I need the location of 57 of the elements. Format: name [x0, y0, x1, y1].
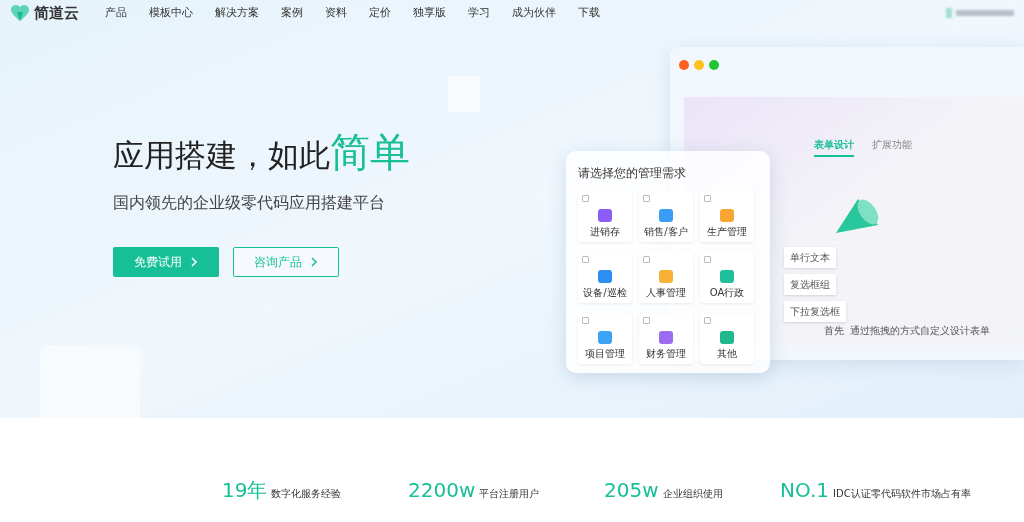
logo-icon[interactable] — [10, 4, 30, 22]
checkbox[interactable] — [704, 256, 711, 264]
stat-label: IDC认证零代码软件市场占有率 — [833, 489, 971, 500]
checkbox[interactable] — [582, 195, 589, 203]
need-option[interactable]: 项目管理 — [578, 313, 632, 365]
need-option[interactable]: 销售/客户 — [639, 191, 693, 243]
panel-title: 请选择您的管理需求 — [578, 165, 687, 182]
nav-link[interactable]: 独享版 — [413, 4, 446, 22]
option-label: 设备/巡检 — [583, 287, 627, 299]
option-label: 其他 — [717, 348, 737, 360]
nav-link[interactable]: 下载 — [578, 4, 600, 22]
checkbox[interactable] — [704, 195, 711, 203]
form-field-item: 下拉复选框 — [784, 301, 846, 322]
need-option[interactable]: 进销存 — [578, 191, 632, 243]
checkbox[interactable] — [582, 256, 589, 264]
need-option[interactable]: 设备/巡检 — [578, 252, 632, 304]
need-option[interactable]: OA行政 — [700, 252, 754, 304]
stat-value: 2200w — [408, 480, 476, 500]
form-field-item: 单行文本 — [784, 247, 836, 268]
designer-caption: 首先 通过拖拽的方式自定义设计表单 — [824, 324, 991, 338]
chevron-right-icon — [190, 257, 198, 267]
stat-label: 平台注册用户 — [479, 489, 540, 500]
blurred-account-placeholder — [946, 8, 1014, 18]
checkbox[interactable] — [704, 317, 711, 325]
option-label: 财务管理 — [646, 348, 686, 360]
form-field-item: 复选框组 — [784, 274, 836, 295]
nav-link[interactable]: 学习 — [468, 4, 490, 22]
option-label: 人事管理 — [646, 287, 686, 299]
nav-link[interactable]: 模板中心 — [149, 4, 193, 22]
need-option[interactable]: 人事管理 — [639, 252, 693, 304]
nav-link[interactable]: 资料 — [325, 4, 347, 22]
stat-value: 205w — [604, 480, 659, 500]
nav-link[interactable]: 案例 — [281, 4, 303, 22]
hero-subtitle: 国内领先的企业级零代码应用搭建平台 — [113, 192, 386, 214]
option-label: OA行政 — [709, 287, 745, 299]
nav-link[interactable]: 定价 — [369, 4, 391, 22]
checkbox[interactable] — [643, 195, 650, 203]
stat-label: 企业组织使用 — [662, 489, 723, 500]
nav-link[interactable]: 成为伙伴 — [512, 4, 556, 22]
option-label: 生产管理 — [707, 226, 747, 238]
need-option[interactable]: 财务管理 — [639, 313, 693, 365]
brand-name[interactable]: 简道云 — [34, 1, 79, 25]
hero-title: 应用搭建，如此简单 — [113, 130, 410, 177]
need-option[interactable]: 生产管理 — [700, 191, 754, 243]
need-option[interactable]: 其他 — [700, 313, 754, 365]
checkbox[interactable] — [582, 317, 589, 325]
stat-value: NO.1 — [780, 480, 829, 500]
option-label: 销售/客户 — [644, 226, 688, 238]
nav-link[interactable]: 解决方案 — [215, 4, 259, 22]
checkbox[interactable] — [643, 256, 650, 264]
checkbox[interactable] — [643, 317, 650, 325]
stat-value: 19年 — [222, 480, 268, 500]
chevron-right-icon — [310, 257, 318, 267]
stat-label: 数字化服务经验 — [271, 489, 342, 500]
option-label: 项目管理 — [585, 348, 625, 360]
option-label: 进销存 — [590, 226, 620, 238]
nav-link[interactable]: 产品 — [105, 4, 127, 22]
